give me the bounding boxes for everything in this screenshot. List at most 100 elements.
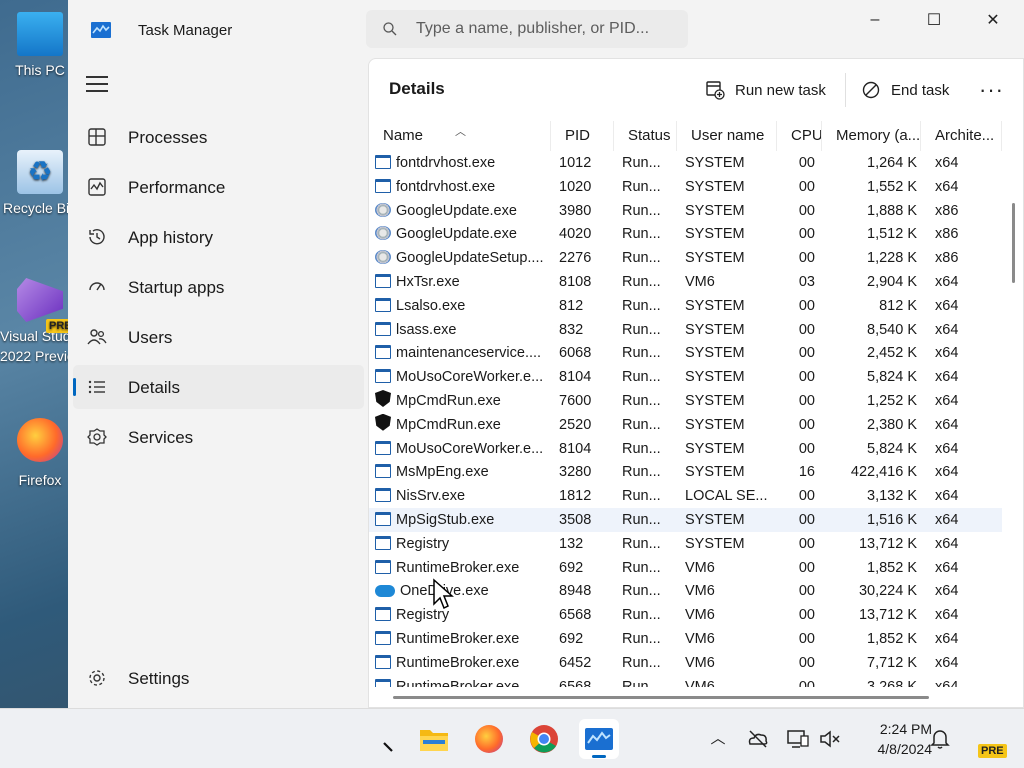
process-name: MpCmdRun.exe (375, 413, 547, 437)
onedrive-icon[interactable] (746, 727, 770, 751)
taskbar-clock[interactable]: 2:24 PM 4/8/2024 (852, 719, 933, 759)
column-header-architecture[interactable]: Archite... (921, 121, 1002, 151)
title-bar[interactable]: Task Manager – ☐ ✕ (68, 0, 1024, 60)
column-header-user-name[interactable]: User name (677, 121, 777, 151)
process-architecture: x64 (935, 369, 959, 386)
desktop-icon-recycle-bin[interactable]: ♻ Recycle Bin (0, 150, 68, 218)
chevron-up-icon[interactable]: ︿ (706, 727, 730, 751)
sidebar-item-startup-apps[interactable]: Startup apps (73, 265, 364, 309)
table-row[interactable]: lsass.exe 832 Run... SYSTEM 00 8,540 K x64 (369, 318, 1002, 342)
table-row[interactable]: fontdrvhost.exe 1012 Run... SYSTEM 00 1,264 K… (369, 151, 1002, 175)
app-window-icon (375, 369, 391, 384)
close-button[interactable]: ✕ (964, 0, 1022, 40)
process-status: Run... (622, 678, 661, 687)
search-box[interactable] (366, 10, 688, 48)
table-row[interactable]: MoUsoCoreWorker.e... 8104 Run... SYSTEM 00 5,… (369, 365, 1002, 389)
process-architecture: x64 (935, 559, 959, 576)
table-row[interactable]: RuntimeBroker.exe 692 Run... VM6 00 1,852 K x6… (369, 627, 1002, 651)
app-window-icon (375, 512, 391, 526)
run-new-task-button[interactable]: Run new task (705, 75, 826, 105)
maximize-button[interactable]: ☐ (905, 0, 963, 40)
table-row[interactable]: Registry 6568 Run... VM6 00 13,712 K x64 (369, 603, 1002, 627)
notification-bell-icon[interactable] (928, 727, 952, 751)
sidebar-item-performance[interactable]: Performance (73, 165, 364, 209)
table-row[interactable]: RuntimeBroker.exe 692 Run... VM6 00 1,852 K x6… (369, 556, 1002, 580)
process-memory: 7,712 K (867, 654, 917, 671)
hamburger-menu-icon[interactable] (86, 76, 108, 94)
process-architecture: x86 (935, 202, 959, 219)
process-memory: 2,380 K (867, 416, 917, 433)
taskbar-app-chrome[interactable] (524, 719, 564, 759)
process-name: MoUsoCoreWorker.e... (375, 437, 547, 461)
recycle-bin-icon: ♻ (17, 150, 63, 194)
table-row[interactable]: GoogleUpdateSetup.... 2276 Run... SYSTEM 00 1… (369, 246, 1002, 270)
table-row[interactable]: fontdrvhost.exe 1020 Run... SYSTEM 00 1,552 K… (369, 175, 1002, 199)
table-row[interactable]: RuntimeBroker.exe 6452 Run... VM6 00 7,712 K x… (369, 651, 1002, 675)
table-row[interactable]: OneDrive.exe 8948 Run... VM6 00 30,224 K x64 (369, 579, 1002, 603)
desktop-icon-visual-studio[interactable]: PRE Visual Studio 2022 Preview (0, 278, 68, 366)
desktop-icon-firefox[interactable]: Firefox (0, 418, 68, 490)
sidebar-item-services[interactable]: Services (73, 415, 364, 459)
network-icon[interactable] (786, 727, 810, 751)
vertical-scrollbar[interactable] (1012, 203, 1015, 283)
process-name: Lsalso.exe (375, 294, 547, 318)
clock-date: 4/8/2024 (877, 741, 933, 757)
process-memory: 1,552 K (867, 178, 917, 195)
process-user: VM6 (685, 631, 715, 647)
process-cpu: 00 (798, 583, 815, 600)
process-cpu: 00 (798, 369, 815, 386)
more-options-icon[interactable]: ··· (979, 77, 1004, 103)
search-input[interactable] (416, 18, 676, 40)
app-window-icon (375, 678, 391, 687)
table-row[interactable]: GoogleUpdate.exe 4020 Run... SYSTEM 00 1,512 … (369, 222, 1002, 246)
process-architecture: x64 (935, 393, 959, 409)
volume-mute-icon[interactable] (818, 727, 842, 751)
task-manager-icon (91, 22, 111, 38)
process-status: Run... (622, 440, 661, 457)
taskbar-app-firefox[interactable] (469, 719, 509, 759)
column-header-pid[interactable]: PID (551, 121, 614, 151)
pc-icon (17, 12, 63, 56)
table-row[interactable]: MpCmdRun.exe 7600 Run... SYSTEM 00 1,252 K x64 (369, 389, 1002, 413)
minimize-button[interactable]: – (846, 0, 904, 40)
sidebar-item-label: Details (128, 378, 180, 397)
desktop: This PC ♻ Recycle Bin PRE Visual Studio … (0, 0, 68, 708)
process-status: Run... (622, 369, 661, 386)
taskbar-app-file-explorer[interactable] (414, 719, 454, 759)
table-row[interactable]: GoogleUpdate.exe 3980 Run... SYSTEM 00 1,888 … (369, 199, 1002, 223)
horizontal-scrollbar[interactable] (393, 696, 929, 699)
taskbar-arrow-icon (383, 742, 393, 752)
sidebar-item-app-history[interactable]: App history (73, 215, 364, 259)
sidebar-item-processes[interactable]: Processes (73, 115, 364, 159)
table-row[interactable]: MoUsoCoreWorker.e... 8104 Run... SYSTEM 00 5,… (369, 437, 1002, 461)
table-row[interactable]: NisSrv.exe 1812 Run... LOCAL SE... 00 3,132 K… (369, 484, 1002, 508)
column-header-name[interactable]: Name ︿ (369, 121, 551, 151)
table-row[interactable]: Registry 132 Run... SYSTEM 00 13,712 K x64 (369, 532, 1002, 556)
sidebar-item-settings[interactable]: Settings (73, 656, 364, 696)
table-row[interactable]: RuntimeBroker.exe 6568 Run... VM6 00 3,268 K x… (369, 675, 1002, 687)
process-name: RuntimeBroker.exe (375, 651, 547, 675)
table-row[interactable]: MpCmdRun.exe 2520 Run... SYSTEM 00 2,380 K x64 (369, 413, 1002, 437)
table-row[interactable]: maintenanceservice.... 6068 Run... SYSTEM 00… (369, 341, 1002, 365)
process-user: SYSTEM (685, 512, 745, 528)
table-row[interactable]: MpSigStub.exe 3508 Run... SYSTEM 00 1,516 K x6… (369, 508, 1002, 532)
sidebar-item-users[interactable]: Users (73, 315, 364, 359)
column-header-status[interactable]: Status (614, 121, 677, 151)
table-row[interactable]: MsMpEng.exe 3280 Run... SYSTEM 16 422,416 K x6… (369, 460, 1002, 484)
desktop-icon-this-pc[interactable]: This PC (0, 12, 68, 80)
process-name: RuntimeBroker.exe (375, 675, 547, 687)
app-window-icon (375, 535, 391, 550)
run-new-task-icon (706, 81, 725, 100)
end-task-button[interactable]: End task (861, 75, 949, 105)
table-row[interactable]: Lsalso.exe 812 Run... SYSTEM 00 812 K x64 (369, 294, 1002, 318)
process-pid: 812 (559, 297, 584, 314)
table-row[interactable]: HxTsr.exe 8108 Run... VM6 03 2,904 K x64 (369, 270, 1002, 294)
process-pid: 1012 (559, 155, 592, 171)
process-pid: 6068 (559, 345, 592, 362)
sidebar-item-details[interactable]: Details (73, 365, 364, 409)
column-header-cpu[interactable]: CPU (777, 121, 822, 151)
column-header-memory[interactable]: Memory (a... (822, 121, 921, 151)
sort-ascending-icon: ︿ (455, 126, 466, 138)
taskbar-app-task-manager[interactable] (579, 719, 619, 759)
processes-icon (88, 128, 106, 146)
